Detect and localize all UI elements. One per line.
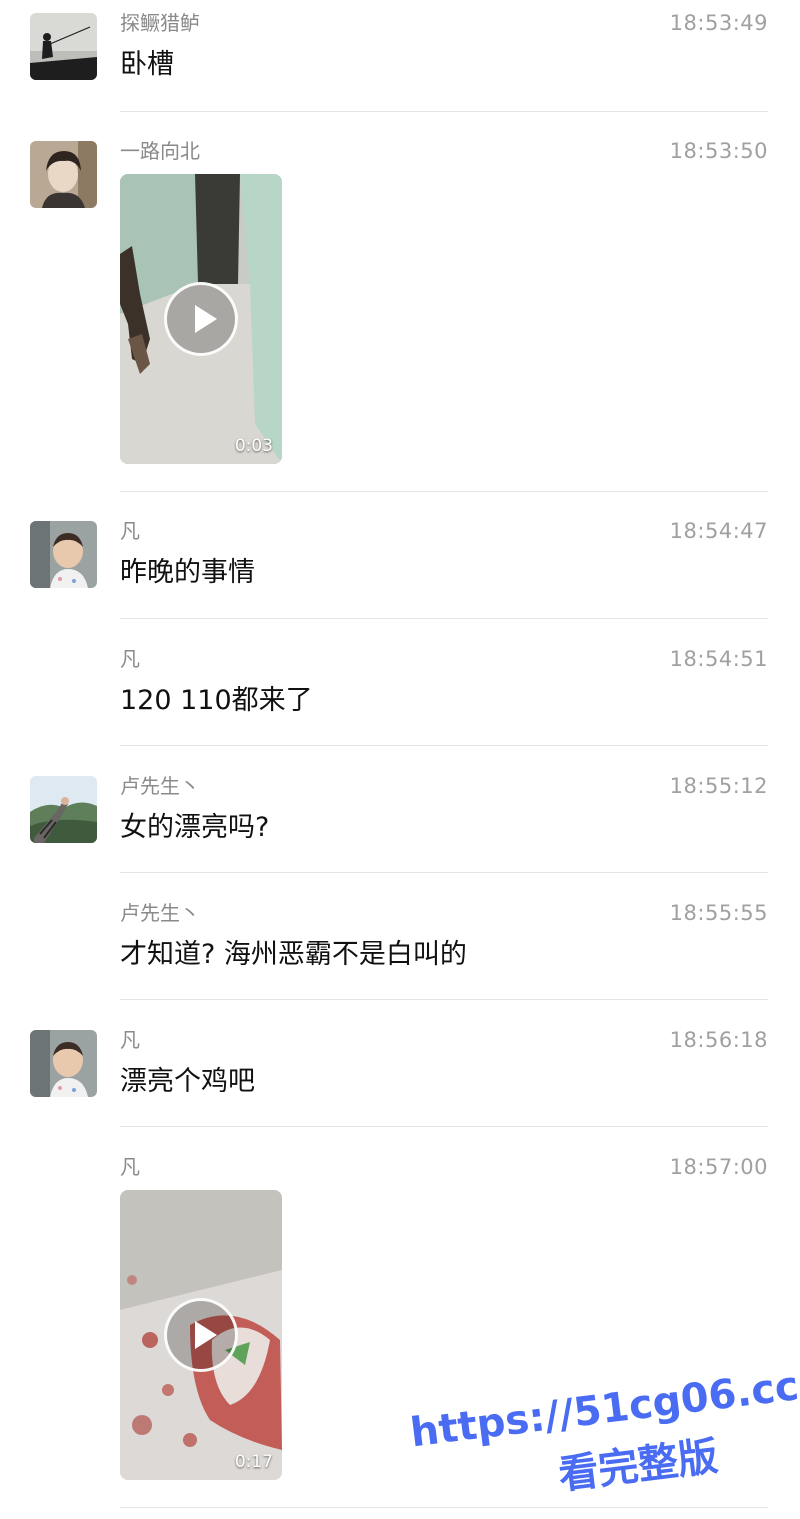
sender-name: 凡 xyxy=(120,519,140,543)
sender-name: 探鳜猎鲈 xyxy=(120,11,200,35)
boy-portrait-icon xyxy=(30,141,97,208)
divider xyxy=(120,999,768,1000)
play-icon[interactable] xyxy=(164,1298,238,1372)
message-time: 18:55:55 xyxy=(669,901,768,925)
avatar[interactable] xyxy=(30,1030,97,1097)
message-time: 18:54:47 xyxy=(669,519,768,543)
video-duration: 0:17 xyxy=(234,1452,273,1472)
sender-name: 卢先生丶 xyxy=(120,901,200,925)
play-icon[interactable] xyxy=(164,282,238,356)
fisherman-silhouette-icon xyxy=(30,13,97,80)
video-message[interactable]: 0:03 xyxy=(120,174,282,464)
avatar[interactable] xyxy=(30,776,97,843)
tattoo-arm-mountain-icon xyxy=(30,776,97,843)
child-photo-icon xyxy=(30,521,97,588)
chat-message: 一路向北 18:53:50 0:03 xyxy=(0,128,800,492)
avatar[interactable] xyxy=(30,141,97,208)
message-text[interactable]: 女的漂亮吗? xyxy=(120,810,269,846)
message-text[interactable]: 昨晚的事情 xyxy=(120,555,255,591)
message-time: 18:57:00 xyxy=(669,1155,768,1179)
chat-message: 卢先生丶 18:55:55 才知道? 海州恶霸不是白叫的 xyxy=(0,890,800,1000)
chat-message: 卢先生丶 18:55:12 女的漂亮吗? xyxy=(0,763,800,873)
divider xyxy=(120,1126,768,1127)
sender-name: 凡 xyxy=(120,647,140,671)
message-time: 18:55:12 xyxy=(669,774,768,798)
chat-message: 凡 18:56:18 漂亮个鸡吧 xyxy=(0,1017,800,1127)
message-time: 18:53:49 xyxy=(669,11,768,35)
message-text[interactable]: 卧槽 xyxy=(120,47,174,83)
chat-message: 探鳜猎鲈 18:53:49 卧槽 xyxy=(0,0,800,112)
chat-message: 凡 18:54:51 120 110都来了 xyxy=(0,636,800,746)
sender-name: 凡 xyxy=(120,1028,140,1052)
divider xyxy=(120,491,768,492)
sender-name: 凡 xyxy=(120,1155,140,1179)
message-time: 18:53:50 xyxy=(669,139,768,163)
message-time: 18:54:51 xyxy=(669,647,768,671)
video-duration: 0:03 xyxy=(234,436,273,456)
divider xyxy=(120,745,768,746)
sender-name: 卢先生丶 xyxy=(120,774,200,798)
chat-message: 凡 18:54:47 昨晚的事情 xyxy=(0,508,800,619)
message-time: 18:56:18 xyxy=(669,1028,768,1052)
message-text[interactable]: 才知道? 海州恶霸不是白叫的 xyxy=(120,937,467,973)
avatar[interactable] xyxy=(30,13,97,80)
divider xyxy=(120,111,768,112)
sender-name: 一路向北 xyxy=(120,139,200,163)
divider xyxy=(120,618,768,619)
chat-history: 探鳜猎鲈 18:53:49 卧槽 一路向北 18:53:50 0:03 凡 18… xyxy=(0,0,800,1519)
avatar[interactable] xyxy=(30,521,97,588)
child-photo-icon xyxy=(30,1030,97,1097)
video-message[interactable]: 0:17 xyxy=(120,1190,282,1480)
message-text[interactable]: 120 110都来了 xyxy=(120,683,313,719)
divider xyxy=(120,872,768,873)
message-text[interactable]: 漂亮个鸡吧 xyxy=(120,1064,255,1100)
